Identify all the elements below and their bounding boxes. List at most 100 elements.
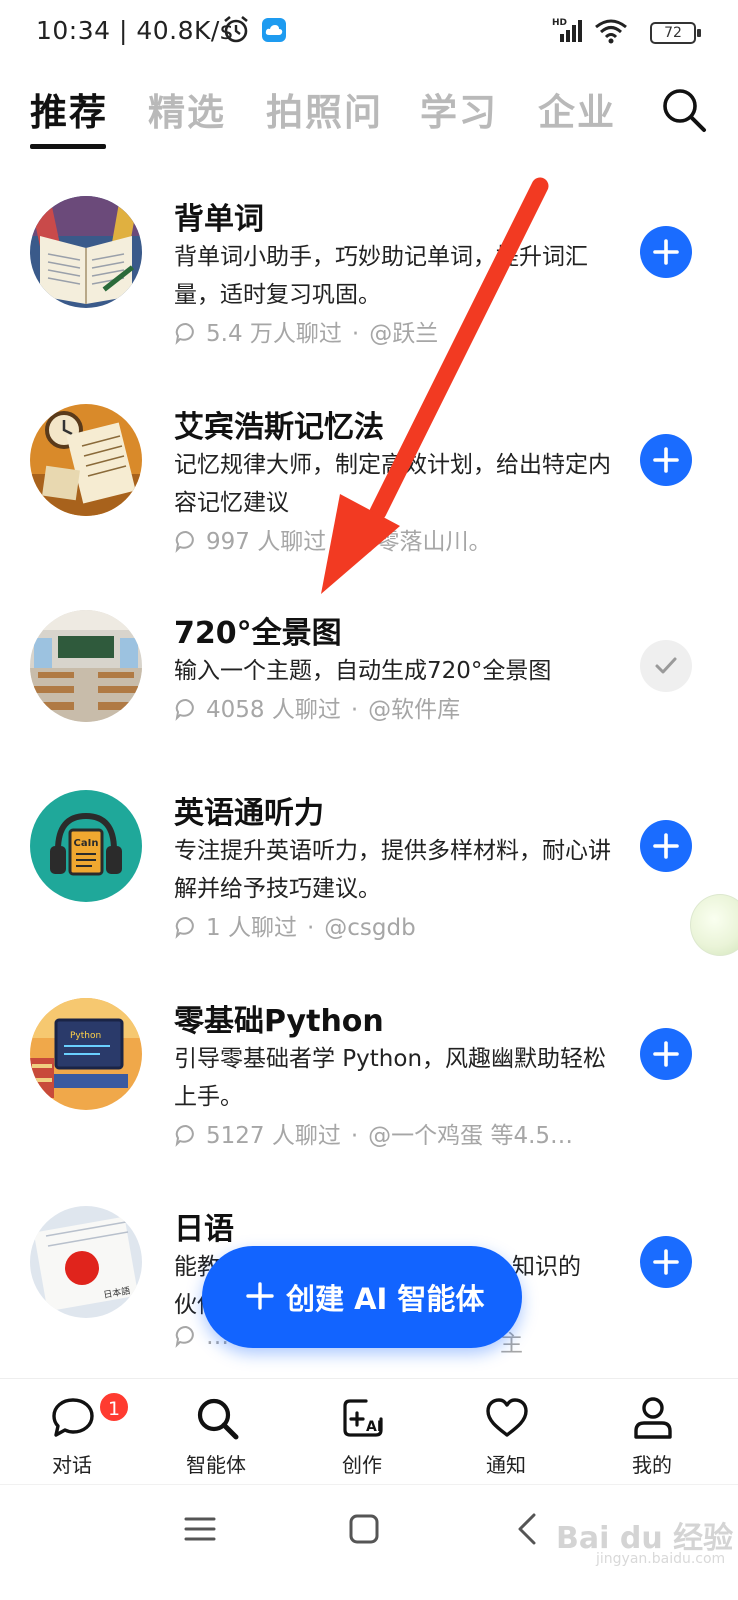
author-name[interactable]: @软件库 — [368, 697, 460, 723]
comment-icon — [175, 698, 194, 721]
back-button[interactable] — [508, 1509, 548, 1549]
item-meta: 997 人聊过 · @零落山川。 — [174, 522, 634, 556]
nav-notifications[interactable]: 通知 — [456, 1379, 556, 1483]
chat-bubble-icon — [52, 1398, 94, 1437]
status-bar: 10:34 | 40.8K/s HD 72 — [0, 0, 738, 64]
person-icon — [634, 1397, 672, 1439]
plus-icon — [653, 447, 679, 473]
nav-chat[interactable]: 1 对话 — [22, 1379, 130, 1483]
svg-text:Python: Python — [70, 1031, 101, 1041]
tab-study[interactable]: 学习 — [420, 82, 498, 136]
item-meta: 1 人聊过 · @csgdb — [174, 908, 634, 942]
tab-recommend[interactable]: 推荐 — [30, 82, 108, 136]
nav-label: 通知 — [486, 1453, 526, 1477]
chat-count: 5.4 万人聊过 — [206, 321, 342, 347]
comment-icon — [175, 1325, 194, 1348]
active-tab-indicator — [30, 144, 106, 149]
system-navigation-bar: Bai du 经验 jingyan.baidu.com — [0, 1484, 738, 1600]
item-title: 英语通听力 — [174, 796, 324, 831]
added-agent-button[interactable] — [640, 640, 692, 692]
author-name[interactable]: @csgdb — [324, 915, 415, 941]
nav-label: 智能体 — [186, 1453, 246, 1477]
notification-badge: 1 — [98, 1391, 130, 1423]
plus-icon — [653, 833, 679, 859]
bottom-navigation: 1 对话 智能体 AI 创作 通知 我的 — [0, 1378, 738, 1482]
hd-signal-icon: HD — [552, 16, 588, 48]
nav-label: 我的 — [632, 1453, 672, 1477]
add-agent-button[interactable] — [640, 820, 692, 872]
home-icon — [349, 1514, 379, 1544]
heart-icon — [486, 1398, 528, 1437]
plus-icon — [653, 1249, 679, 1275]
svg-text:HD: HD — [552, 18, 567, 28]
search-button[interactable] — [660, 86, 708, 136]
python-avatar: Python — [30, 998, 142, 1110]
nav-create[interactable]: AI 创作 — [312, 1379, 412, 1483]
nav-label: 创作 — [342, 1453, 382, 1477]
alarm-icon — [222, 14, 250, 48]
chat-count: 1 人聊过 — [206, 915, 297, 941]
search-icon — [663, 89, 706, 132]
memory-method-avatar — [30, 404, 142, 516]
search-icon — [197, 1398, 239, 1440]
battery-level: 72 — [664, 25, 682, 41]
plus-icon — [246, 1282, 274, 1310]
list-item[interactable]: CaIn 英语通听力 专注提升英语听力，提供多样材料，耐心讲解并给予技巧建议。 … — [0, 766, 738, 978]
cloud-app-icon — [262, 18, 286, 42]
check-icon — [655, 657, 677, 674]
item-title: 零基础Python — [174, 1004, 384, 1039]
add-agent-button[interactable] — [640, 434, 692, 486]
english-listening-avatar: CaIn — [30, 790, 142, 902]
create-ai-icon-text: AI — [366, 1419, 382, 1435]
add-agent-button[interactable] — [640, 226, 692, 278]
meta-separator: · — [306, 915, 315, 941]
item-title: 720°全景图 — [174, 616, 342, 651]
item-title: 日语 — [174, 1212, 234, 1247]
author-name[interactable]: @跃兰 — [369, 321, 438, 347]
plus-icon — [653, 239, 679, 265]
meta-separator: · — [336, 529, 344, 555]
nav-profile[interactable]: 我的 — [602, 1379, 702, 1483]
chat-count: 4058 人聊过 — [206, 697, 341, 723]
comment-icon — [175, 916, 194, 939]
panorama-avatar — [30, 610, 142, 722]
meta-separator: · — [350, 697, 359, 723]
home-button[interactable] — [344, 1509, 384, 1549]
menu-icon — [184, 1517, 216, 1541]
item-title: 艾宾浩斯记忆法 — [174, 410, 384, 445]
chat-count: 5127 人聊过 — [206, 1123, 341, 1149]
chat-count: 997 人聊过 — [206, 529, 327, 555]
item-meta: 5.4 万人聊过 · @跃兰 — [174, 314, 634, 348]
list-item[interactable]: 背单词 背单词小助手，巧妙助记单词，提升词汇量，适时复习巩固。 5.4 万人聊过… — [0, 172, 738, 384]
add-agent-button[interactable] — [640, 1236, 692, 1288]
item-description: 背单词小助手，巧妙助记单词，提升词汇量，适时复习巩固。 — [174, 244, 588, 308]
comment-icon — [175, 322, 194, 345]
wifi-icon — [594, 18, 628, 48]
add-agent-button[interactable] — [640, 1028, 692, 1080]
back-icon — [518, 1513, 536, 1545]
list-item[interactable]: Python 零基础Python 引导零基础者学 Python，风趣幽默助轻松上… — [0, 974, 738, 1186]
battery-icon: 72 — [650, 22, 701, 44]
item-description: 输入一个主题，自动生成720°全景图 — [174, 658, 552, 684]
tab-enterprise[interactable]: 企业 — [538, 82, 616, 136]
author-name[interactable]: @一个鸡蛋 等4.5… — [368, 1123, 573, 1149]
item-description: 专注提升英语听力，提供多样材料，耐心讲解并给予技巧建议。 — [174, 838, 611, 902]
tab-featured[interactable]: 精选 — [148, 82, 226, 136]
author-name[interactable]: @零落山川。 — [354, 529, 492, 555]
nav-label: 对话 — [52, 1453, 92, 1477]
comment-icon — [175, 530, 194, 553]
create-ai-icon: AI — [343, 1399, 383, 1437]
meta-separator: · — [351, 321, 360, 347]
item-title: 背单词 — [174, 202, 264, 237]
nav-agents[interactable]: 智能体 — [166, 1379, 266, 1483]
item-meta: 5127 人聊过 · @一个鸡蛋 等4.5… — [174, 1116, 614, 1150]
item-description-tail: 知识的 — [512, 1254, 581, 1280]
status-time-speed: 10:34 | 40.8K/s — [36, 16, 234, 45]
item-description: 记忆规律大师，制定高效计划，给出特定内容记忆建议 — [174, 452, 611, 516]
create-ai-agent-button[interactable]: 创建 AI 智能体 — [202, 1246, 522, 1348]
comment-icon — [175, 1124, 194, 1147]
list-item[interactable]: 艾宾浩斯记忆法 记忆规律大师，制定高效计划，给出特定内容记忆建议 997 人聊过… — [0, 380, 738, 592]
tab-photo-ask[interactable]: 拍照问 — [266, 82, 383, 136]
menu-button[interactable] — [180, 1509, 220, 1549]
svg-text:CaIn: CaIn — [74, 838, 99, 849]
